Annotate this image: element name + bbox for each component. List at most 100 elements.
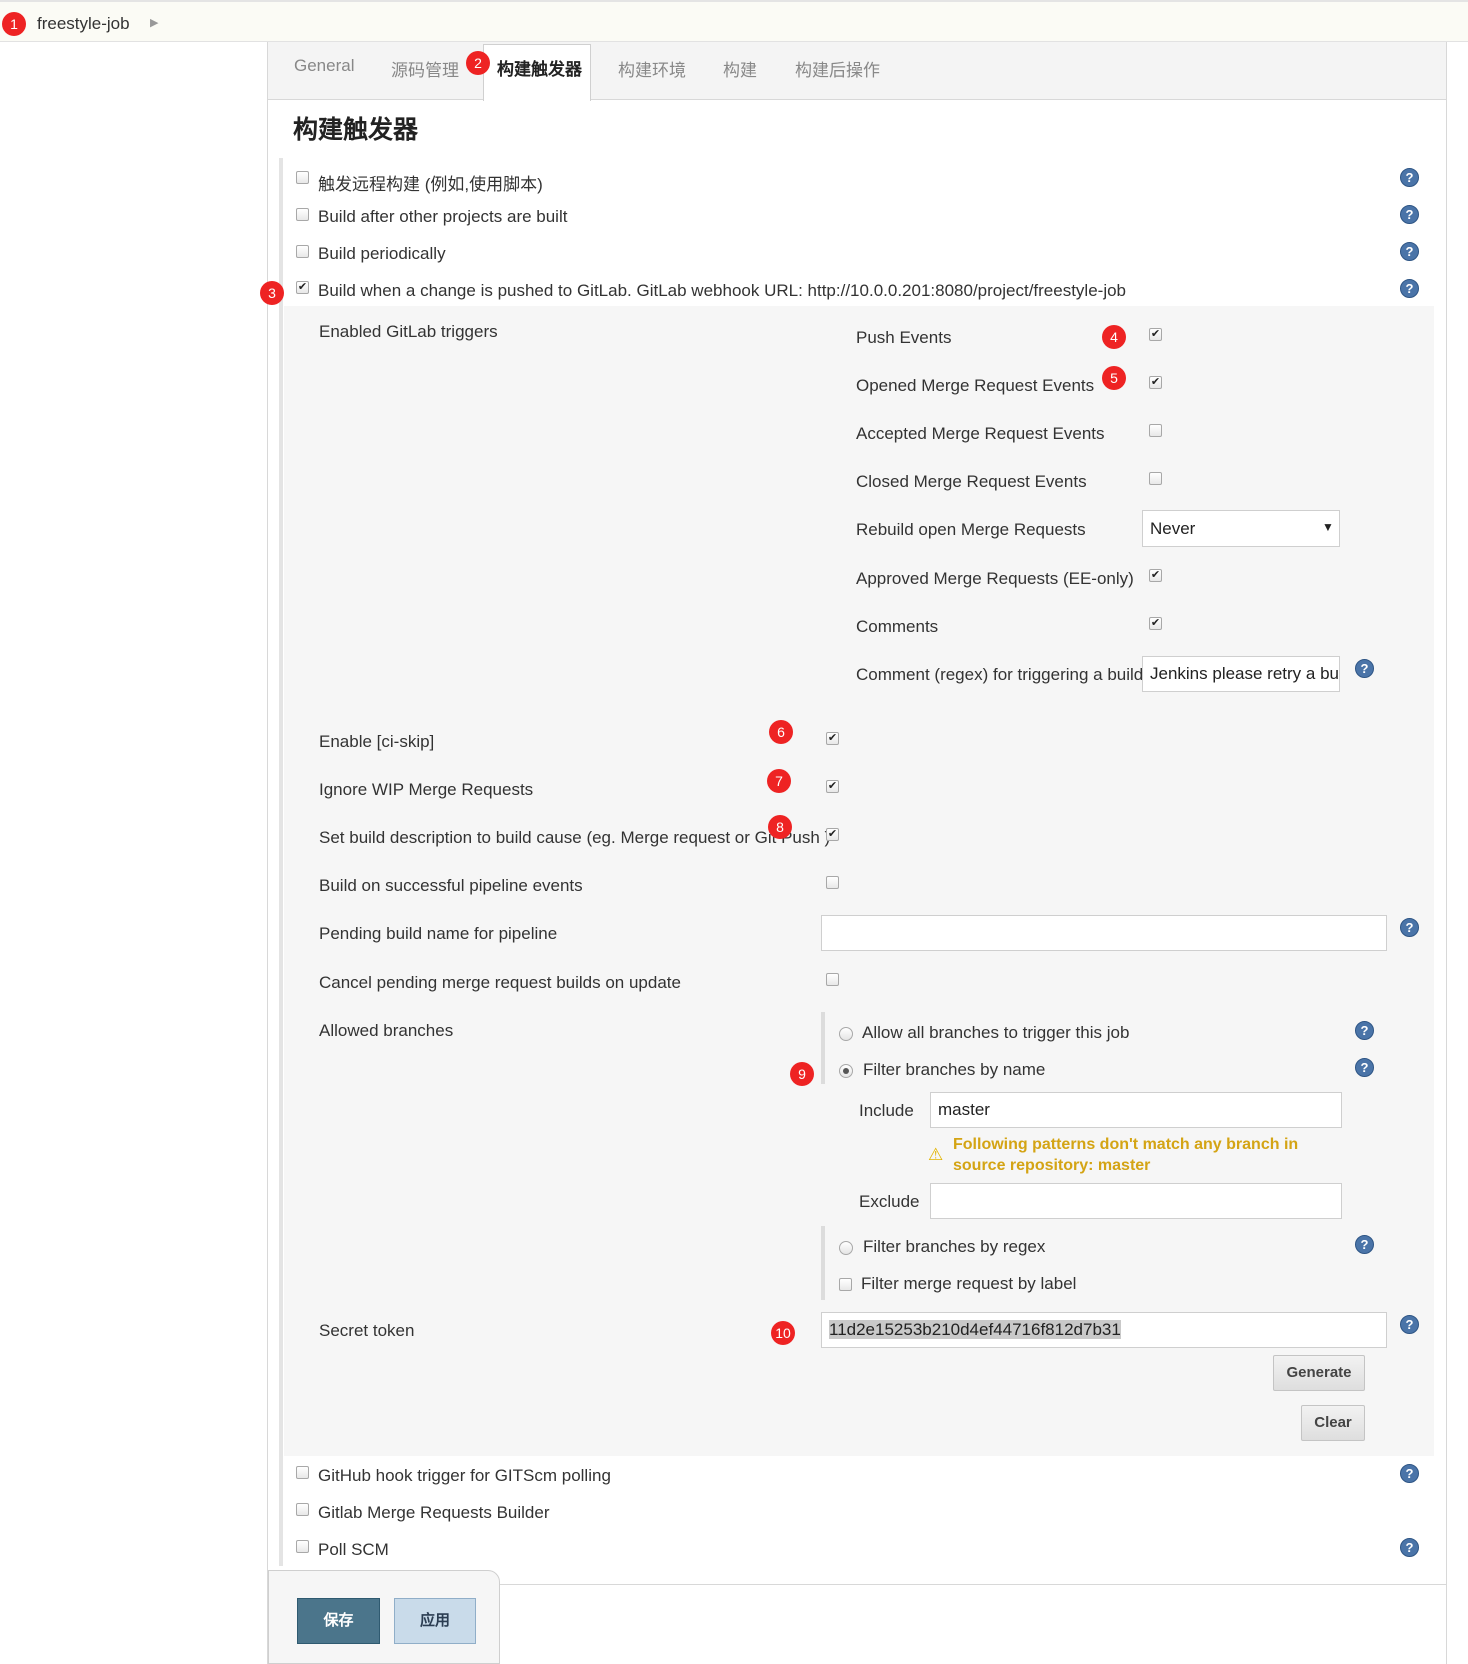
- tab-post-build[interactable]: 构建后操作: [795, 56, 880, 81]
- pipeline-events-label: Build on successful pipeline events: [319, 876, 583, 895]
- help-icon[interactable]: ?: [1400, 279, 1419, 298]
- help-icon[interactable]: ?: [1355, 659, 1374, 678]
- annotation-badge-8: 8: [768, 815, 792, 839]
- exclude-branches-input[interactable]: [930, 1183, 1342, 1219]
- secret-token-input[interactable]: 11d2e15253b210d4ef44716f812d7b31: [821, 1312, 1387, 1348]
- check-icon: ✔: [1150, 376, 1161, 388]
- annotation-badge-10: 10: [771, 1321, 795, 1345]
- github-hook-label: GitHub hook trigger for GITScm polling: [318, 1466, 611, 1485]
- help-icon[interactable]: ?: [1355, 1058, 1374, 1077]
- approved-mr-label: Approved Merge Requests (EE-only): [856, 569, 1134, 588]
- accepted-mr-checkbox[interactable]: [1149, 424, 1162, 437]
- build-periodically-label: Build periodically: [318, 244, 446, 263]
- remote-trigger-checkbox[interactable]: [296, 171, 309, 184]
- filter-mr-by-label-label: Filter merge request by label: [861, 1274, 1077, 1293]
- ci-skip-checkbox[interactable]: ✔: [826, 732, 839, 745]
- allowed-branches-label: Allowed branches: [319, 1021, 454, 1040]
- enabled-gitlab-triggers-label: Enabled GitLab triggers: [319, 322, 498, 341]
- tab-general[interactable]: General: [294, 56, 354, 76]
- rebuild-open-mr-select[interactable]: Never: [1142, 510, 1340, 547]
- check-icon: ✔: [1150, 617, 1161, 629]
- poll-scm-checkbox[interactable]: [296, 1540, 309, 1553]
- check-icon: ✔: [827, 732, 838, 744]
- ignore-wip-checkbox[interactable]: ✔: [826, 780, 839, 793]
- filter-branches-by-regex-radio[interactable]: [839, 1241, 853, 1255]
- clear-token-button[interactable]: Clear: [1301, 1405, 1365, 1441]
- gitlab-push-trigger-label: Build when a change is pushed to GitLab.…: [318, 281, 1127, 300]
- annotation-badge-7: 7: [767, 769, 791, 793]
- include-label: Include: [859, 1101, 914, 1120]
- apply-button[interactable]: 应用: [394, 1598, 476, 1644]
- pending-build-name-input[interactable]: [821, 915, 1387, 951]
- section-indent-bar: [279, 158, 283, 1566]
- breadcrumb-project-link[interactable]: freestyle-job: [37, 14, 130, 34]
- annotation-badge-3: 3: [260, 281, 284, 305]
- allow-all-branches-radio[interactable]: [839, 1027, 853, 1041]
- check-icon: ✔: [1150, 328, 1161, 340]
- gitlab-mr-builder-checkbox[interactable]: [296, 1503, 309, 1516]
- build-after-other-checkbox[interactable]: [296, 208, 309, 221]
- help-icon[interactable]: ?: [1400, 242, 1419, 261]
- filter-mr-by-label-checkbox[interactable]: [839, 1278, 852, 1291]
- comment-regex-input[interactable]: Jenkins please retry a bui: [1142, 656, 1340, 692]
- secret-token-label: Secret token: [319, 1321, 415, 1340]
- help-icon[interactable]: ?: [1400, 1538, 1419, 1557]
- include-branches-input[interactable]: master: [930, 1092, 1342, 1128]
- tab-build-triggers-label[interactable]: 构建触发器: [497, 55, 582, 80]
- comments-label: Comments: [856, 617, 939, 636]
- help-icon[interactable]: ?: [1400, 205, 1419, 224]
- opened-mr-checkbox[interactable]: ✔: [1149, 376, 1162, 389]
- help-icon[interactable]: ?: [1400, 1315, 1419, 1334]
- pending-build-name-label: Pending build name for pipeline: [319, 924, 558, 943]
- comment-regex-label: Comment (regex) for triggering a build: [856, 665, 1144, 684]
- build-after-other-label: Build after other projects are built: [318, 207, 568, 226]
- generate-token-button[interactable]: Generate: [1273, 1355, 1365, 1391]
- accepted-mr-label: Accepted Merge Request Events: [856, 424, 1105, 443]
- check-icon: ✔: [1150, 569, 1161, 581]
- breadcrumb: [0, 0, 1468, 42]
- help-icon[interactable]: ?: [1355, 1021, 1374, 1040]
- secret-token-value: 11d2e15253b210d4ef44716f812d7b31: [829, 1320, 1121, 1339]
- help-icon[interactable]: ?: [1355, 1235, 1374, 1254]
- filter-branches-by-name-radio[interactable]: [839, 1064, 853, 1078]
- help-icon[interactable]: ?: [1400, 168, 1419, 187]
- approved-mr-checkbox[interactable]: ✔: [1149, 569, 1162, 582]
- comments-checkbox[interactable]: ✔: [1149, 617, 1162, 630]
- github-hook-checkbox[interactable]: [296, 1466, 309, 1479]
- remote-trigger-label: 触发远程构建 (例如,使用脚本): [318, 175, 543, 194]
- tab-source-code[interactable]: 源码管理: [391, 56, 459, 81]
- help-icon[interactable]: ?: [1400, 1464, 1419, 1483]
- gitlab-mr-builder-label: Gitlab Merge Requests Builder: [318, 1503, 550, 1522]
- set-description-checkbox[interactable]: ✔: [826, 828, 839, 841]
- annotation-badge-2: 2: [466, 51, 490, 75]
- radio-group-bar-2: [821, 1226, 825, 1300]
- tab-build[interactable]: 构建: [723, 56, 757, 81]
- poll-scm-label: Poll SCM: [318, 1540, 389, 1559]
- radio-group-bar: [821, 1012, 825, 1084]
- check-icon: ✔: [827, 828, 838, 840]
- caret-down-icon[interactable]: ▼: [1322, 520, 1334, 534]
- chevron-right-icon[interactable]: ▶: [150, 16, 158, 29]
- ignore-wip-label: Ignore WIP Merge Requests: [319, 780, 534, 799]
- set-description-label: Set build description to build cause (eg…: [319, 828, 831, 847]
- filter-branches-by-regex-label: Filter branches by regex: [863, 1237, 1046, 1256]
- annotation-badge-4: 4: [1102, 325, 1126, 349]
- annotation-badge-1: 1: [2, 12, 26, 36]
- branch-pattern-warning: Following patterns don't match any branc…: [953, 1134, 1298, 1176]
- pipeline-events-checkbox[interactable]: [826, 876, 839, 889]
- cancel-pending-checkbox[interactable]: [826, 973, 839, 986]
- rebuild-open-mr-label: Rebuild open Merge Requests: [856, 520, 1086, 539]
- build-periodically-checkbox[interactable]: [296, 245, 309, 258]
- check-icon: ✔: [827, 780, 838, 792]
- filter-branches-by-name-label: Filter branches by name: [863, 1060, 1046, 1079]
- branch-pattern-warning-line-2: source repository: master: [953, 1157, 1151, 1174]
- closed-mr-checkbox[interactable]: [1149, 472, 1162, 485]
- warning-icon: ⚠: [928, 1145, 944, 1164]
- gitlab-push-trigger-checkbox[interactable]: ✔: [296, 281, 309, 294]
- allow-all-branches-label: Allow all branches to trigger this job: [862, 1023, 1130, 1042]
- help-icon[interactable]: ?: [1400, 918, 1419, 937]
- tab-build-environment[interactable]: 构建环境: [618, 56, 686, 81]
- push-events-label: Push Events: [856, 328, 952, 347]
- save-button[interactable]: 保存: [297, 1598, 380, 1644]
- push-events-checkbox[interactable]: ✔: [1149, 328, 1162, 341]
